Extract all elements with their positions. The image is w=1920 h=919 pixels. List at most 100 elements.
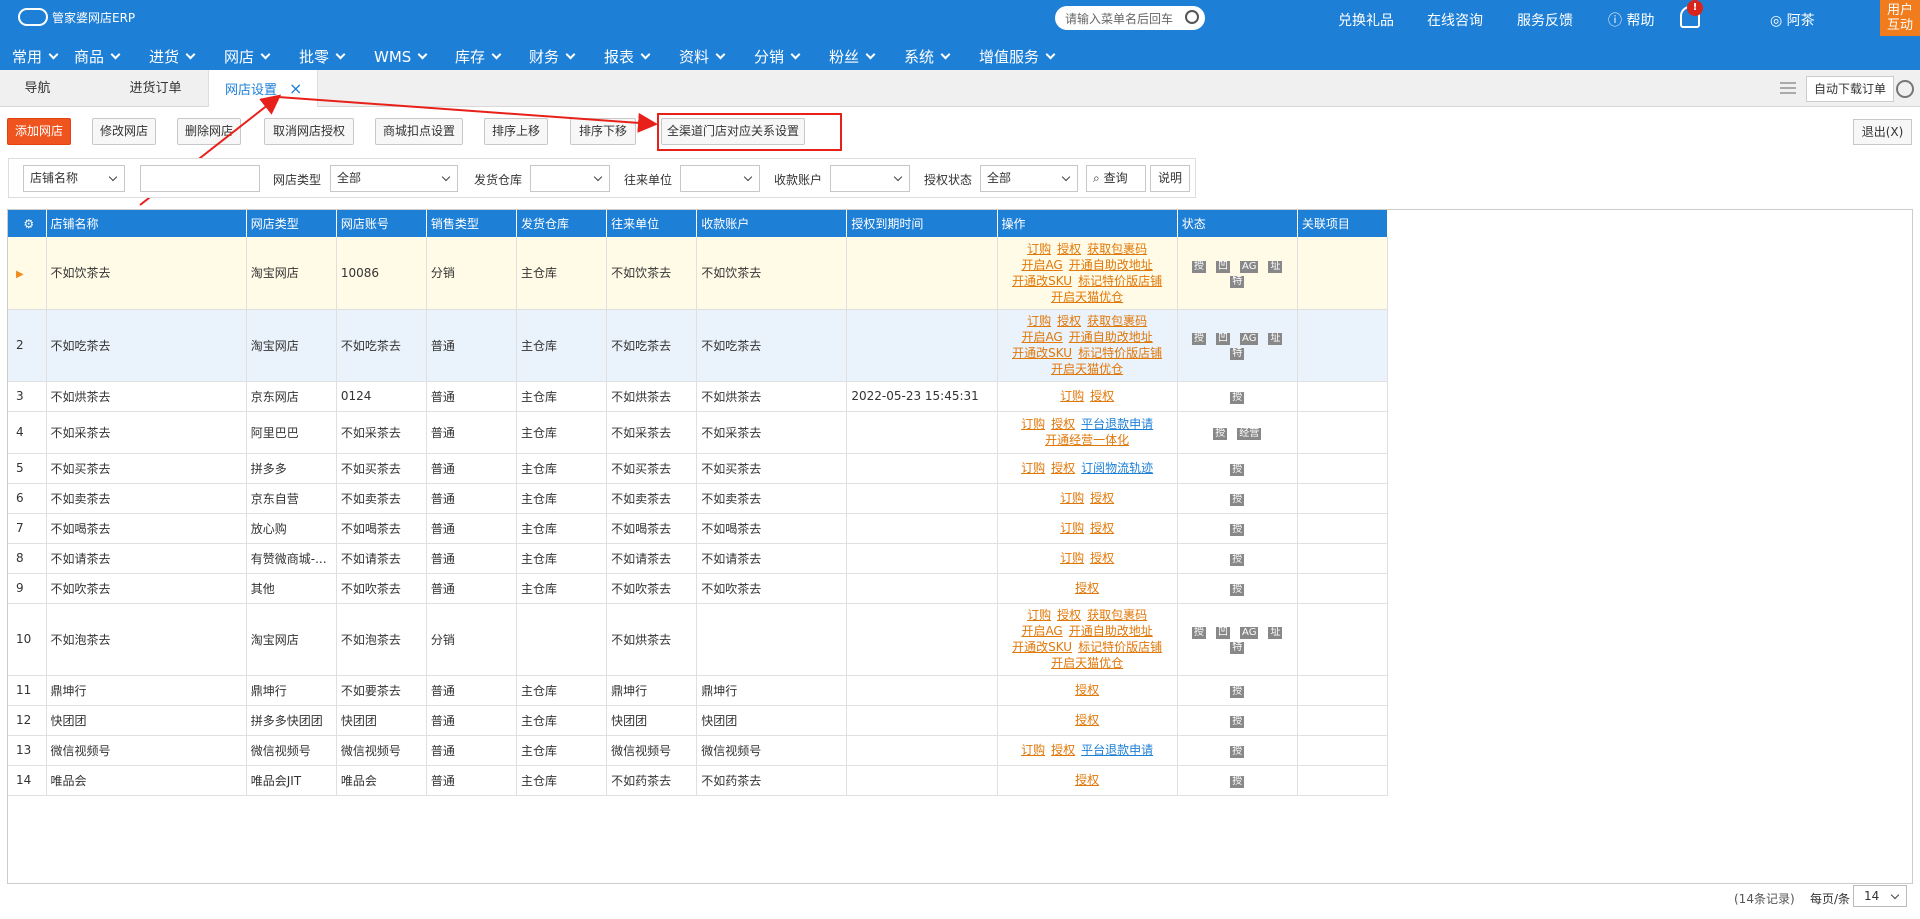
user-interaction-button[interactable]: 用户 互动 xyxy=(1880,0,1920,36)
operation-link[interactable]: 授权 xyxy=(1051,743,1075,757)
auth-status-select[interactable]: 全部 xyxy=(980,165,1078,192)
operation-link[interactable]: 开通改SKU xyxy=(1012,346,1072,360)
header-account[interactable]: 收款账户 xyxy=(696,210,848,237)
top-link-feedback[interactable]: 服务反馈 xyxy=(1517,10,1573,30)
operation-link[interactable]: 授权 xyxy=(1090,521,1114,535)
table-row[interactable]: 3 不如烘茶去 京东网店 0124 普通 主仓库 不如烘茶去 不如烘茶去 2022-05-23 … xyxy=(8,381,1389,412)
shop-type-select[interactable]: 全部 xyxy=(330,165,458,192)
header-operations[interactable]: 操作 xyxy=(997,210,1178,237)
operation-link[interactable]: 订阅物流轨迹 xyxy=(1081,461,1153,475)
table-row[interactable]: 13 微信视频号 微信视频号 微信视频号 普通 主仓库 微信视频号 微信视频号 订购 授权 平台退款… xyxy=(8,735,1389,766)
menu-value-added[interactable]: 增值服务 xyxy=(979,40,1079,70)
search-keyword-input[interactable] xyxy=(140,165,260,192)
operation-link[interactable]: 授权 xyxy=(1075,773,1099,787)
table-row[interactable]: 14 唯品会 唯品会JIT 唯品会 普通 主仓库 不如药茶去 不如药茶去 授权授 xyxy=(8,765,1389,796)
table-row[interactable]: 10 不如泡茶去 淘宝网店 不如泡茶去 分销 不如烘茶去 订购 授权 获取包裹码 开启AG 开通自助… xyxy=(8,603,1389,676)
operation-link[interactable]: 授权 xyxy=(1057,608,1081,622)
operation-link[interactable]: 授权 xyxy=(1075,581,1099,595)
help-link[interactable]: ⓘ 帮助 xyxy=(1608,10,1654,30)
operation-link[interactable]: 开启AG xyxy=(1021,624,1062,638)
menu-reports[interactable]: 报表 xyxy=(604,40,679,70)
query-button[interactable]: ⌕ 查询 xyxy=(1086,165,1146,192)
tab-purchase-orders[interactable]: 进货订单 xyxy=(88,70,223,107)
menu-wms[interactable]: WMS xyxy=(374,40,455,70)
table-row[interactable]: 4 不如采茶去 阿里巴巴 不如采茶去 普通 主仓库 不如采茶去 不如采茶去 订购 授权 平台退款申请… xyxy=(8,411,1389,454)
operation-link[interactable]: 订购 xyxy=(1021,743,1045,757)
operation-link[interactable]: 标记特价版店铺 xyxy=(1078,640,1162,654)
table-row[interactable]: 5 不如买茶去 拼多多 不如买茶去 普通 主仓库 不如买茶去 不如买茶去 订购 授权 订阅物流轨迹授 xyxy=(8,453,1389,484)
account-select[interactable] xyxy=(830,165,910,192)
header-shop-type[interactable]: 网店类型 xyxy=(246,210,337,237)
operation-link[interactable]: 订购 xyxy=(1021,461,1045,475)
operation-link[interactable]: 平台退款申请 xyxy=(1081,417,1153,431)
exit-button[interactable]: 退出(X) xyxy=(1853,119,1912,145)
table-row[interactable]: 9 不如吹茶去 其他 不如吹茶去 普通 主仓库 不如吹茶去 不如吹茶去 授权授 xyxy=(8,573,1389,604)
gear-icon[interactable] xyxy=(1896,80,1914,98)
operation-link[interactable]: 标记特价版店铺 xyxy=(1078,346,1162,360)
table-row[interactable]: 2 不如吃茶去 淘宝网店 不如吃茶去 普通 主仓库 不如吃茶去 不如吃茶去 订购 授权 获取包裹码开… xyxy=(8,309,1389,382)
header-related[interactable]: 关联项目 xyxy=(1297,210,1389,237)
operation-link[interactable]: 平台退款申请 xyxy=(1081,743,1153,757)
menu-shop[interactable]: 网店 xyxy=(224,40,299,70)
tab-nav[interactable]: 导航 xyxy=(0,70,75,107)
partner-select[interactable] xyxy=(680,165,760,192)
operation-link[interactable]: 授权 xyxy=(1090,389,1114,403)
user-menu[interactable]: ◎ 阿茶 xyxy=(1770,10,1815,30)
cancel-auth-button[interactable]: 取消网店授权 xyxy=(264,118,354,145)
operation-link[interactable]: 订购 xyxy=(1060,389,1084,403)
explain-button[interactable]: 说明 xyxy=(1150,165,1190,192)
header-warehouse[interactable]: 发货仓库 xyxy=(516,210,608,237)
operation-link[interactable]: 开启AG xyxy=(1021,330,1062,344)
operation-link[interactable]: 开通改SKU xyxy=(1012,274,1072,288)
operation-link[interactable]: 授权 xyxy=(1057,242,1081,256)
tab-shop-settings[interactable]: 网店设置 × xyxy=(208,70,318,107)
operation-link[interactable]: 标记特价版店铺 xyxy=(1078,274,1162,288)
sort-up-button[interactable]: 排序上移 xyxy=(484,118,548,145)
top-link-gifts[interactable]: 兑换礼品 xyxy=(1338,10,1394,30)
operation-link[interactable]: 授权 xyxy=(1051,461,1075,475)
operation-link[interactable]: 授权 xyxy=(1090,491,1114,505)
table-row[interactable]: 7 不如喝茶去 放心购 不如喝茶去 普通 主仓库 不如喝茶去 不如喝茶去 订购 授权授 xyxy=(8,513,1389,544)
operation-link[interactable]: 订购 xyxy=(1027,242,1051,256)
add-shop-button[interactable]: 添加网店 xyxy=(7,118,71,145)
menu-data[interactable]: 资料 xyxy=(679,40,754,70)
operation-link[interactable]: 授权 xyxy=(1075,683,1099,697)
operation-link[interactable]: 获取包裹码 xyxy=(1087,314,1147,328)
operation-link[interactable]: 订购 xyxy=(1060,521,1084,535)
close-icon[interactable]: × xyxy=(289,79,302,98)
operation-link[interactable]: 授权 xyxy=(1075,713,1099,727)
operation-link[interactable]: 开启AG xyxy=(1021,258,1062,272)
table-row[interactable]: 8 不如请茶去 有赞微商城-... 不如请茶去 普通 主仓库 不如请茶去 不如请茶去 订购 授权授 xyxy=(8,543,1389,574)
operation-link[interactable]: 订购 xyxy=(1027,608,1051,622)
sort-down-button[interactable]: 排序下移 xyxy=(570,118,636,145)
menu-common[interactable]: 常用 xyxy=(12,40,74,70)
operation-link[interactable]: 订购 xyxy=(1027,314,1051,328)
menu-fans[interactable]: 粉丝 xyxy=(829,40,904,70)
operation-link[interactable]: 订购 xyxy=(1021,417,1045,431)
operation-link[interactable]: 订购 xyxy=(1060,551,1084,565)
header-partner[interactable]: 往来单位 xyxy=(606,210,698,237)
operation-link[interactable]: 获取包裹码 xyxy=(1087,242,1147,256)
operation-link[interactable]: 授权 xyxy=(1090,551,1114,565)
operation-link[interactable]: 开通经营一体化 xyxy=(1045,433,1129,447)
menu-search-input[interactable]: 请输入菜单名后回车 xyxy=(1055,6,1205,30)
header-sale-type[interactable]: 销售类型 xyxy=(426,210,518,237)
menu-wholesale[interactable]: 批零 xyxy=(299,40,374,70)
search-field-select[interactable]: 店铺名称 xyxy=(23,165,125,192)
list-icon[interactable] xyxy=(1780,82,1796,94)
header-shop-account[interactable]: 网店账号 xyxy=(336,210,427,237)
warehouse-select[interactable] xyxy=(530,165,610,192)
menu-system[interactable]: 系统 xyxy=(904,40,979,70)
operation-link[interactable]: 开通自助改地址 xyxy=(1069,624,1153,638)
operation-link[interactable]: 开通自助改地址 xyxy=(1069,258,1153,272)
menu-distribution[interactable]: 分销 xyxy=(754,40,829,70)
auto-download-button[interactable]: 自动下载订单 xyxy=(1806,76,1894,102)
table-row[interactable]: ▶ 不如饮茶去 淘宝网店 10086 分销 主仓库 不如饮茶去 不如饮茶去 订购 授权 获取包裹码开… xyxy=(8,237,1389,310)
menu-inventory[interactable]: 库存 xyxy=(455,40,529,70)
operation-link[interactable]: 开通自助改地址 xyxy=(1069,330,1153,344)
per-page-select[interactable]: 14 xyxy=(1853,885,1907,907)
column-settings-button[interactable]: ⚙ xyxy=(8,210,47,237)
table-row[interactable]: 11 鼎坤行 鼎坤行 不如要茶去 普通 主仓库 鼎坤行 鼎坤行 授权授 xyxy=(8,675,1389,706)
operation-link[interactable]: 获取包裹码 xyxy=(1087,608,1147,622)
delete-shop-button[interactable]: 删除网店 xyxy=(177,118,241,145)
